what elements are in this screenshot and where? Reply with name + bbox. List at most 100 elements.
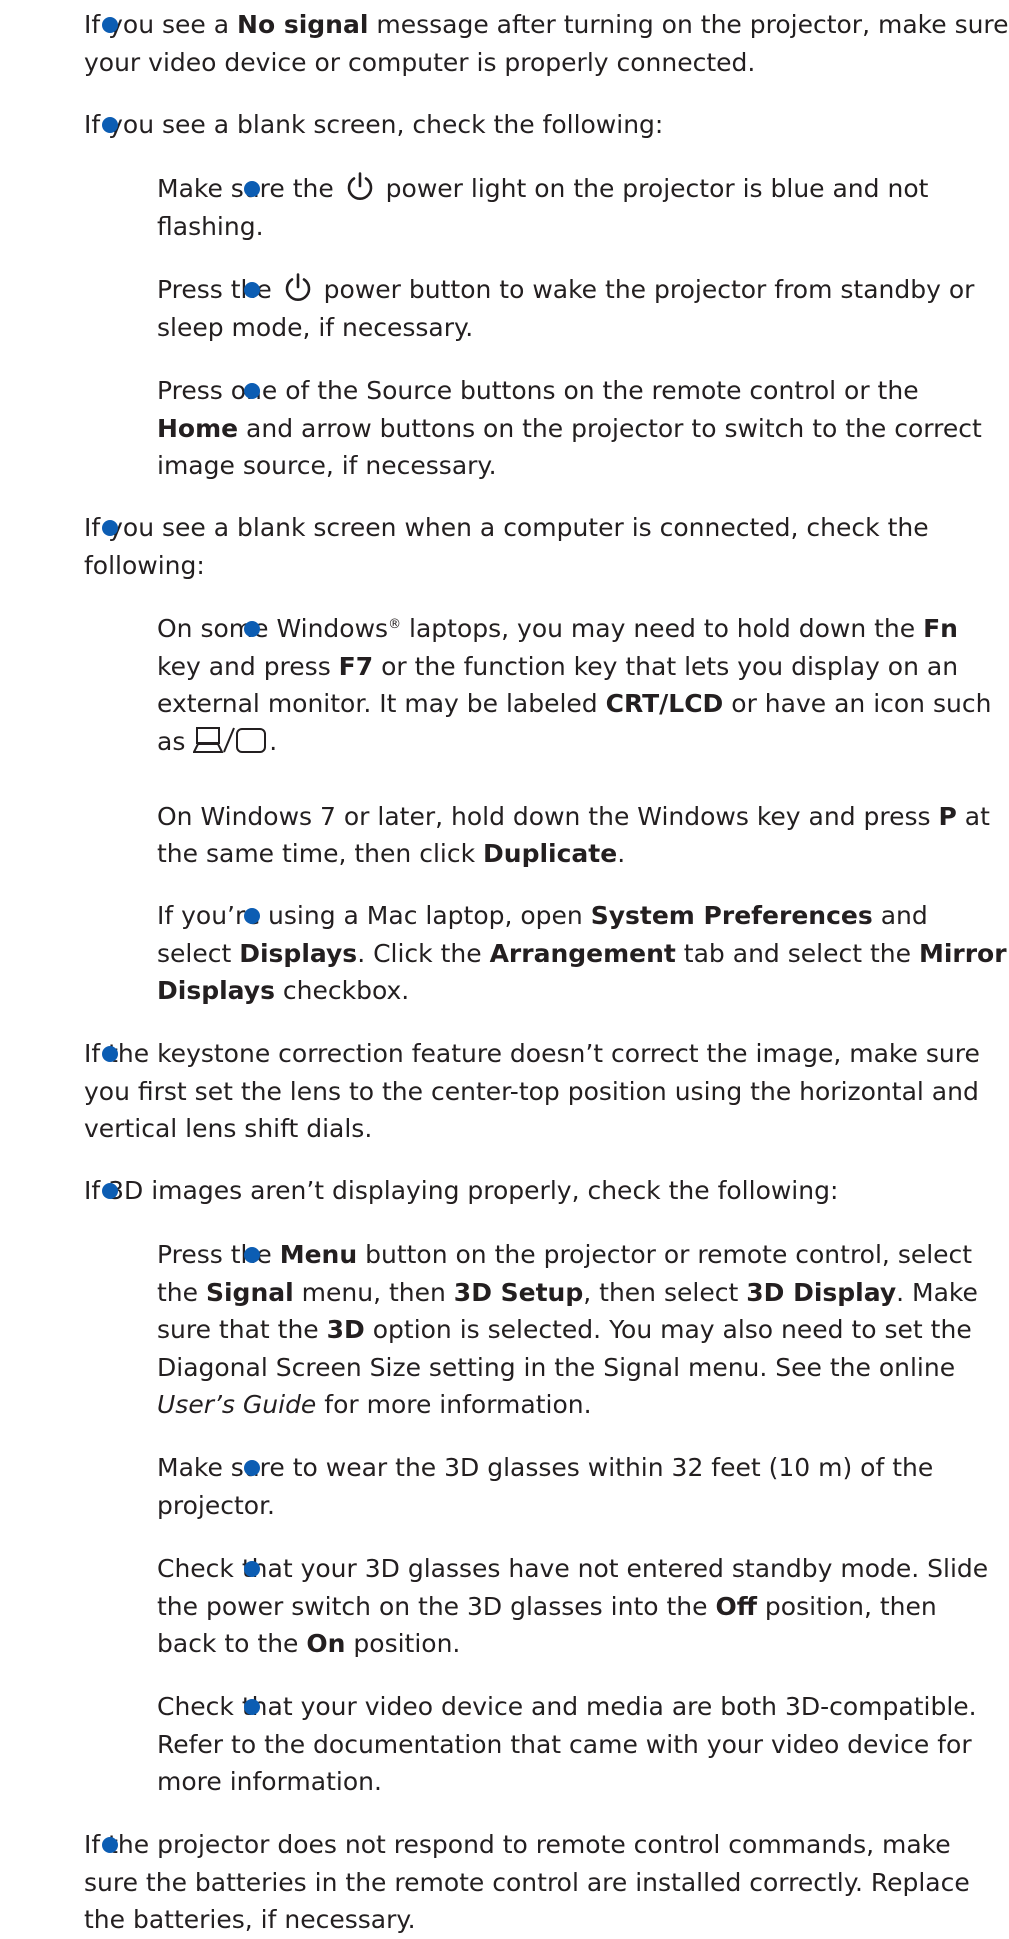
text-run: the power switch on the 3D glasses into … bbox=[157, 1591, 716, 1621]
item-text: Press the Menu button on the projector o… bbox=[157, 1236, 1004, 1424]
text-run: Check that your 3D glasses have not ente… bbox=[157, 1554, 989, 1583]
text-line: the Signal menu, then 3D Setup, then sel… bbox=[157, 1274, 1004, 1312]
text-run: . bbox=[269, 726, 278, 756]
italic-term: User’s Guide bbox=[157, 1390, 317, 1419]
text-run: Check that your video device and media a… bbox=[157, 1692, 977, 1721]
sub-bullet-item: Press one of the Source buttons on the r… bbox=[157, 372, 1004, 485]
bold-term: 3D bbox=[326, 1315, 365, 1344]
text-line: the same time, then click Duplicate. bbox=[157, 835, 1004, 873]
text-line: If 3D images aren’t displaying properly,… bbox=[84, 1172, 1004, 1210]
bullet-dot bbox=[102, 1046, 118, 1062]
bullet-dot bbox=[244, 1460, 260, 1476]
text-run: If the projector does not respond to rem… bbox=[84, 1830, 951, 1859]
sub-bullet-item: Make sure the power light on the project… bbox=[157, 170, 1004, 245]
bold-term: 3D Display bbox=[746, 1277, 897, 1307]
text-run: On Windows 7 or later, hold down the Win… bbox=[157, 801, 939, 831]
bold-term: Off bbox=[715, 1591, 757, 1621]
text-line: If you see a blank screen, check the fol… bbox=[84, 106, 1004, 144]
text-run: . Make bbox=[896, 1277, 978, 1307]
text-run: Make sure to wear the 3D glasses within … bbox=[157, 1453, 934, 1482]
bold-term: Signal bbox=[205, 1277, 294, 1307]
text-run: If you see a blank screen, check the fol… bbox=[84, 110, 664, 139]
item-text: Check that your 3D glasses have not ente… bbox=[157, 1550, 1004, 1663]
text-run: message after turning on the projector, … bbox=[368, 10, 1009, 39]
text-line: If you’re using a Mac laptop, open Syste… bbox=[157, 897, 1004, 935]
text-run: If 3D images aren’t displaying properly,… bbox=[84, 1176, 839, 1205]
item-text: If the keystone correction feature doesn… bbox=[84, 1035, 1004, 1148]
bullet-item: If 3D images aren’t displaying properly,… bbox=[84, 1172, 1004, 1210]
item-text: If you see a blank screen when a compute… bbox=[84, 509, 1004, 584]
sub-bullet-item: On some Windows® laptops, you may need t… bbox=[157, 610, 1004, 873]
bold-term: 3D Setup bbox=[453, 1277, 584, 1307]
text-run: and arrow buttons on the projector to sw… bbox=[238, 413, 982, 443]
text-line: vertical lens shift dials. bbox=[84, 1110, 1004, 1148]
text-run: position, then bbox=[756, 1591, 937, 1621]
text-run: button on the projector or remote contro… bbox=[357, 1240, 973, 1269]
text-run: Press the bbox=[157, 1240, 280, 1269]
text-run: key and press bbox=[157, 651, 339, 681]
text-line: the power switch on the 3D glasses into … bbox=[157, 1588, 1004, 1626]
bullet-dot bbox=[102, 520, 118, 536]
text-run: you first set the lens to the center-top… bbox=[84, 1076, 979, 1106]
registered-mark: ® bbox=[388, 617, 402, 632]
text-line: Diagonal Screen Size setting in the Sign… bbox=[157, 1349, 1004, 1387]
text-run: Press one of the Source buttons on the r… bbox=[157, 376, 919, 405]
text-run: If you see a blank screen when a compute… bbox=[84, 513, 929, 542]
text-line: If you see a No signal message after tur… bbox=[84, 6, 1009, 44]
item-text: Make sure to wear the 3D glasses within … bbox=[157, 1449, 1004, 1524]
text-line: more information. bbox=[157, 1763, 1004, 1801]
text-run: select bbox=[157, 938, 240, 968]
text-line: key and press F7 or the function key tha… bbox=[157, 648, 1004, 686]
text-run: flashing. bbox=[157, 211, 264, 241]
text-line: Press the power button to wake the proje… bbox=[157, 271, 1004, 309]
text-line: If you see a blank screen when a compute… bbox=[84, 509, 1004, 547]
sub-bullet-item: Check that your video device and media a… bbox=[157, 1688, 1004, 1801]
text-run: option is selected. You may also need to… bbox=[364, 1315, 972, 1344]
bold-term: Menu bbox=[279, 1240, 358, 1269]
text-run: sleep mode, if necessary. bbox=[157, 312, 474, 342]
text-run: vertical lens shift dials. bbox=[84, 1114, 373, 1143]
bold-term: P bbox=[938, 801, 957, 831]
item-text: Check that your video device and media a… bbox=[157, 1688, 1004, 1801]
bold-term: Fn bbox=[923, 614, 958, 643]
text-run: your video device or computer is properl… bbox=[84, 47, 756, 77]
bullet-item: If you see a blank screen when a compute… bbox=[84, 509, 1004, 584]
text-line: Displays checkbox. bbox=[157, 972, 1004, 1010]
sub-bullet-item: Press the power button to wake the proje… bbox=[157, 271, 1004, 346]
item-text: Press the power button to wake the proje… bbox=[157, 271, 1004, 346]
bullet-dot bbox=[244, 1561, 260, 1577]
text-line: User’s Guide for more information. bbox=[157, 1386, 1004, 1424]
text-run: image source, if necessary. bbox=[157, 451, 497, 480]
text-line: On some Windows® laptops, you may need t… bbox=[157, 610, 1004, 648]
text-line: Make sure to wear the 3D glasses within … bbox=[157, 1449, 1004, 1487]
text-run: If the keystone correction feature doesn… bbox=[84, 1039, 980, 1068]
bold-term: Arrangement bbox=[489, 938, 676, 968]
text-run: as bbox=[157, 726, 194, 756]
bullet-dot bbox=[244, 181, 260, 197]
text-run: external monitor. It may be labeled bbox=[157, 689, 606, 718]
text-run: or have an icon such bbox=[723, 689, 992, 718]
text-line bbox=[157, 760, 1004, 798]
text-line: sleep mode, if necessary. bbox=[157, 309, 1004, 347]
text-run: for more information. bbox=[316, 1390, 592, 1419]
bullet-dot bbox=[102, 1183, 118, 1199]
text-line: Check that your video device and media a… bbox=[157, 1688, 1004, 1726]
text-run: If you’re using a Mac laptop, open bbox=[157, 901, 591, 930]
text-line: Make sure the power light on the project… bbox=[157, 170, 1004, 208]
text-line: back to the On position. bbox=[157, 1625, 1004, 1663]
text-run: the bbox=[157, 1277, 206, 1307]
text-line: If the keystone correction feature doesn… bbox=[84, 1035, 1004, 1073]
bold-term: No signal bbox=[237, 10, 369, 39]
text-run: at bbox=[956, 801, 990, 831]
text-run: projector. bbox=[157, 1490, 275, 1520]
text-run: the same time, then click bbox=[157, 839, 484, 868]
text-run: tab and select the bbox=[675, 938, 919, 968]
bold-term: Duplicate bbox=[483, 839, 618, 868]
text-run: position. bbox=[345, 1629, 461, 1658]
text-line: projector. bbox=[157, 1487, 1004, 1525]
text-run: . Click the bbox=[357, 938, 490, 968]
bold-term: System Preferences bbox=[590, 901, 873, 930]
bullet-dot bbox=[244, 282, 260, 298]
bullet-dot bbox=[244, 1699, 260, 1715]
text-line: as . bbox=[157, 723, 1004, 761]
